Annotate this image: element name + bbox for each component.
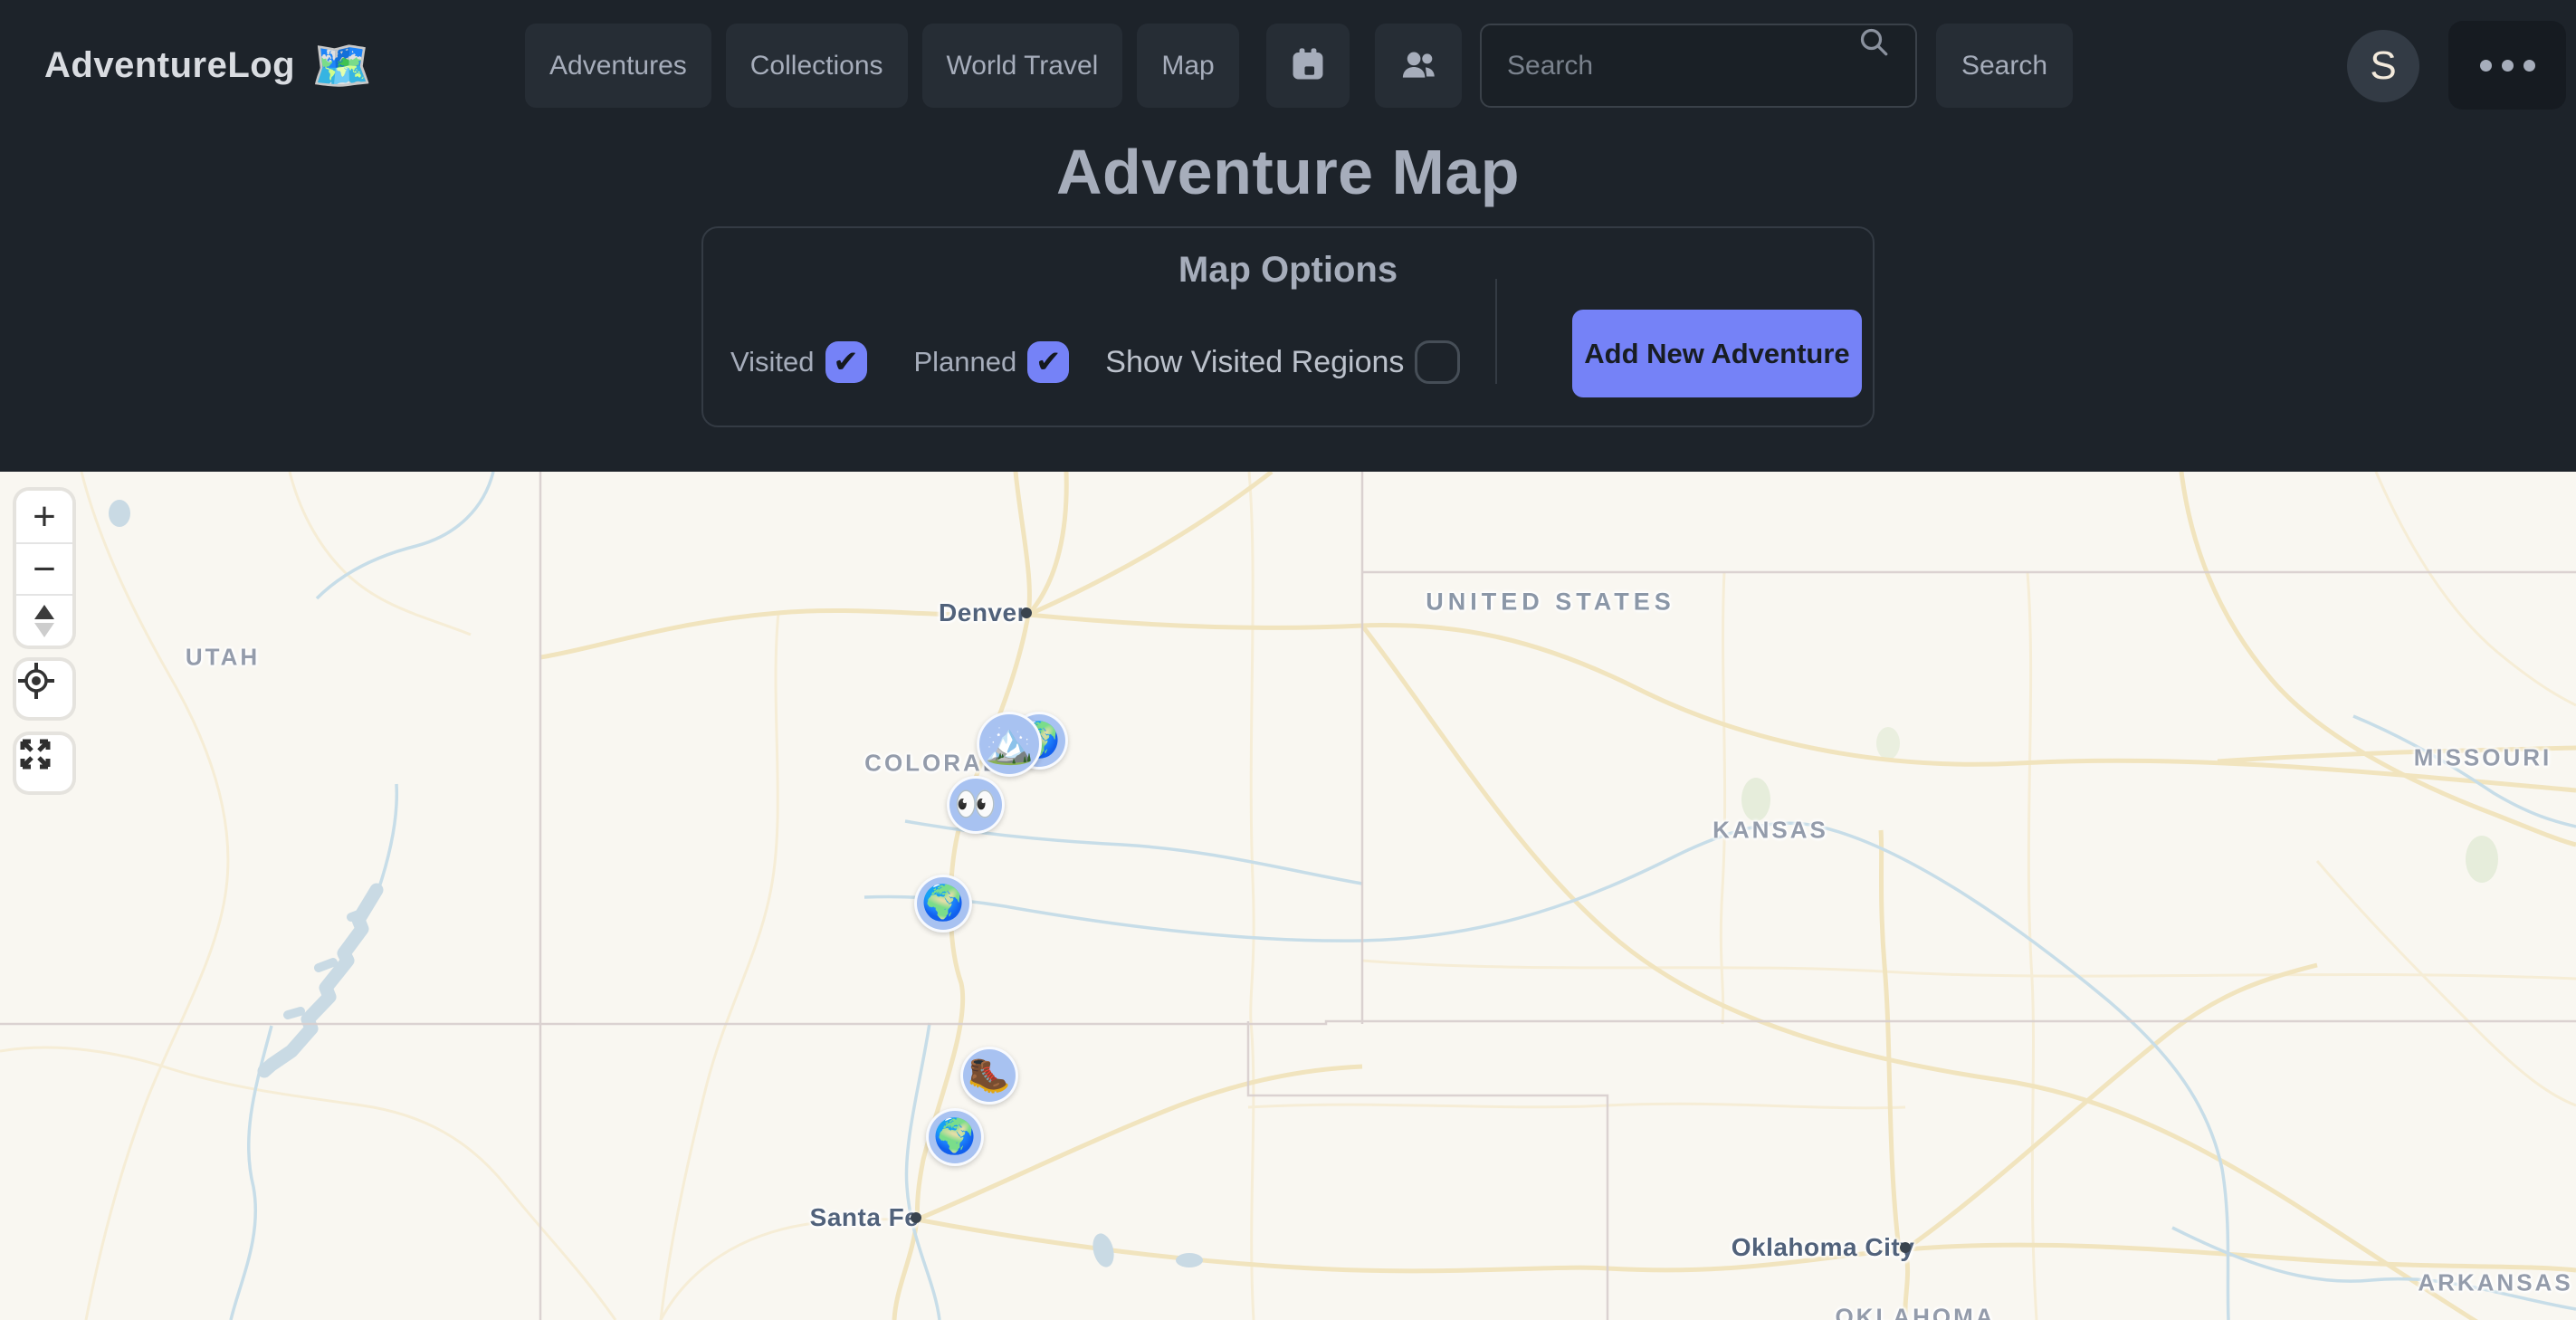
checkbox-planned[interactable]: ✔	[1027, 341, 1069, 383]
ellipsis-icon	[2480, 60, 2535, 72]
state-label-oklahoma: OKLAHOMA	[1835, 1304, 1995, 1320]
zoom-out-button[interactable]: −	[16, 542, 72, 594]
fullscreen-button[interactable]	[16, 735, 72, 791]
map-options-card: Map Options Visited ✔ Planned ✔ Show Visited…	[701, 226, 1875, 427]
toggle-visited: Visited ✔	[730, 341, 867, 383]
adventure-marker-mountain-emoji[interactable]: 🏔️	[977, 712, 1042, 777]
app-title: AdventureLog	[44, 45, 295, 86]
toggle-label: Show Visited Regions	[1105, 345, 1404, 380]
city-dot	[911, 1212, 921, 1223]
compass-icon	[34, 605, 54, 637]
state-label-missouri: MISSOURI	[2414, 744, 2552, 772]
toggle-planned: Planned ✔	[914, 341, 1070, 383]
page-title: Adventure Map	[0, 136, 2576, 208]
map-options-title: Map Options	[703, 250, 1873, 291]
map-canvas	[0, 472, 2576, 1320]
nav-item-map[interactable]: Map	[1137, 24, 1238, 108]
state-label-arkansas: ARKANSAS	[2418, 1269, 2572, 1297]
minus-icon: −	[33, 547, 56, 592]
map-options-toggles: Visited ✔ Planned ✔ Show Visited Regions	[730, 335, 1460, 389]
add-new-adventure-button[interactable]: Add New Adventure	[1572, 310, 1862, 397]
plus-icon: +	[33, 494, 56, 540]
state-label-kansas: KANSAS	[1713, 817, 1828, 845]
city-label-denver: Denver	[939, 598, 1027, 627]
navbar: AdventureLog 🗺️ AdventuresCollectionsWor…	[0, 0, 2576, 131]
zoom-in-button[interactable]: +	[16, 491, 72, 542]
geolocate-button[interactable]	[16, 661, 72, 717]
nav-items: AdventuresCollectionsWorld TravelMap	[525, 24, 1239, 108]
calendar-button[interactable]	[1266, 24, 1350, 108]
app-logo[interactable]: AdventureLog 🗺️	[44, 0, 372, 131]
compass-tilt-button[interactable]	[16, 594, 72, 646]
calendar-icon	[1290, 46, 1326, 85]
adventurelog-app: AdventureLog 🗺️ AdventuresCollectionsWor…	[0, 0, 2576, 1320]
city-label-oklahoma-city: Oklahoma City	[1732, 1233, 1915, 1262]
state-label-utah: UTAH	[186, 644, 260, 672]
checkbox-visited[interactable]: ✔	[825, 341, 867, 383]
toggle-label: Planned	[914, 346, 1017, 378]
city-label-santa-fe: Santa Fe	[810, 1203, 920, 1232]
nav-item-world-travel[interactable]: World Travel	[922, 24, 1123, 108]
users-icon	[1398, 46, 1438, 85]
map-zoom-controls: + −	[16, 491, 72, 646]
adventure-marker-globe-emoji[interactable]: 🌍	[914, 875, 972, 933]
avatar[interactable]: S	[2347, 30, 2419, 102]
nav-item-collections[interactable]: Collections	[726, 24, 908, 108]
checkbox-show-visited-regions[interactable]	[1415, 340, 1460, 384]
city-dot	[1021, 607, 1032, 618]
nav-item-adventures[interactable]: Adventures	[525, 24, 711, 108]
city-dot	[1900, 1242, 1911, 1253]
adventure-marker-eyes-emoji[interactable]: 👀	[947, 776, 1005, 834]
search-field-wrap	[1480, 24, 1917, 108]
users-button[interactable]	[1375, 24, 1462, 108]
toggle-show-visited-regions: Show Visited Regions	[1105, 340, 1460, 384]
adventure-marker-boot-emoji[interactable]: 🥾	[960, 1047, 1018, 1105]
adventure-map[interactable]: UNITED STATESUTAHCOLORADOKANSASMISSOURIA…	[0, 472, 2576, 1320]
options-divider	[1495, 279, 1497, 384]
search-input[interactable]	[1480, 24, 1917, 108]
more-button[interactable]	[2448, 21, 2566, 110]
toggle-label: Visited	[730, 346, 815, 378]
world-map-icon: 🗺️	[311, 42, 372, 91]
adventure-marker-globe-emoji[interactable]: 🌍	[926, 1108, 984, 1166]
search-button[interactable]: Search	[1936, 24, 2073, 108]
country-label: UNITED STATES	[1426, 588, 1675, 617]
header-section: AdventureLog 🗺️ AdventuresCollectionsWor…	[0, 0, 2576, 472]
